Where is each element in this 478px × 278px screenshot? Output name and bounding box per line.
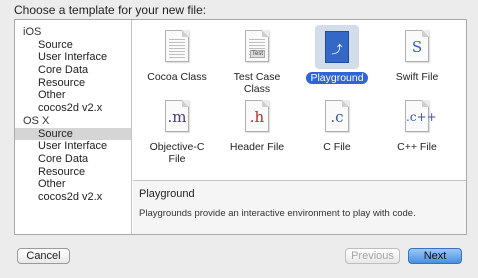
- description-title: Playground: [139, 188, 195, 200]
- template-label: C++ File: [397, 141, 437, 153]
- objc-file-doc-icon: .m: [156, 96, 198, 138]
- template-objective-c-file[interactable]: .m Objective-C File: [138, 96, 216, 165]
- objc-class-doc-icon: [156, 26, 198, 68]
- swift-doc-icon: S: [396, 26, 438, 68]
- playground-icon: ⤴: [315, 25, 359, 69]
- template-label: Playground: [306, 72, 368, 84]
- description-text: Playgrounds provide an interactive envir…: [139, 208, 416, 219]
- sidebar-item-ios-user-interface[interactable]: User Interface: [15, 51, 131, 64]
- template-test-case-class[interactable]: Test Test Case Class: [218, 26, 296, 95]
- sidebar-item-osx-other[interactable]: Other: [15, 178, 131, 191]
- test-case-doc-icon: Test: [236, 26, 278, 68]
- sidebar-item-osx-source[interactable]: Source: [15, 127, 131, 141]
- c-doc-icon: .c: [316, 96, 358, 138]
- test-badge: Test: [250, 50, 266, 58]
- template-cpp-file[interactable]: .c++ C++ File: [378, 96, 456, 153]
- c-glyph: .c: [330, 108, 344, 126]
- template-header-file[interactable]: .h Header File: [218, 96, 296, 153]
- sidebar-item-osx-cocos2d[interactable]: cocos2d v2.x: [15, 191, 131, 204]
- sidebar-item-osx-resource[interactable]: Resource: [15, 166, 131, 179]
- sidebar-group-osx: OS X: [23, 114, 50, 127]
- template-grid: Cocoa Class Test Test Case Class ⤴ Playg…: [133, 20, 466, 180]
- template-label: Objective-C File: [149, 141, 205, 165]
- template-playground[interactable]: ⤴ Playground: [298, 25, 376, 84]
- category-sidebar: iOS Source User Interface Core Data Reso…: [15, 20, 132, 234]
- template-label: Header File: [229, 141, 285, 153]
- template-label: C File: [323, 141, 351, 153]
- sidebar-item-ios-resource[interactable]: Resource: [15, 77, 131, 90]
- sidebar-item-ios-other[interactable]: Other: [15, 89, 131, 102]
- template-swift-file[interactable]: S Swift File: [378, 26, 456, 83]
- cancel-button[interactable]: Cancel: [17, 248, 70, 264]
- sidebar-item-ios-core-data[interactable]: Core Data: [15, 64, 131, 77]
- swift-glyph: S: [411, 38, 423, 56]
- header-glyph: .h: [249, 108, 265, 126]
- template-label: Test Case Class: [233, 71, 281, 95]
- dialog-title: Choose a template for your new file:: [14, 3, 207, 17]
- template-c-file[interactable]: .c C File: [298, 96, 376, 153]
- sidebar-group-ios: iOS: [23, 26, 42, 38]
- header-doc-icon: .h: [236, 96, 278, 138]
- template-label: Swift File: [395, 71, 439, 83]
- template-description: Playground Playgrounds provide an intera…: [133, 180, 466, 234]
- sidebar-item-ios-source[interactable]: Source: [15, 39, 131, 52]
- sidebar-item-osx-core-data[interactable]: Core Data: [15, 153, 131, 166]
- next-button[interactable]: Next: [408, 248, 462, 264]
- template-panel: iOS Source User Interface Core Data Reso…: [14, 19, 467, 235]
- template-label: Cocoa Class: [147, 71, 207, 83]
- cpp-doc-icon: .c++: [396, 96, 438, 138]
- objc-glyph: .m: [167, 108, 187, 126]
- previous-button[interactable]: Previous: [345, 248, 400, 264]
- cpp-glyph: .c++: [406, 110, 437, 124]
- sidebar-item-osx-user-interface[interactable]: User Interface: [15, 140, 131, 153]
- sidebar-item-ios-cocos2d[interactable]: cocos2d v2.x: [15, 102, 131, 115]
- template-cocoa-class[interactable]: Cocoa Class: [138, 26, 216, 83]
